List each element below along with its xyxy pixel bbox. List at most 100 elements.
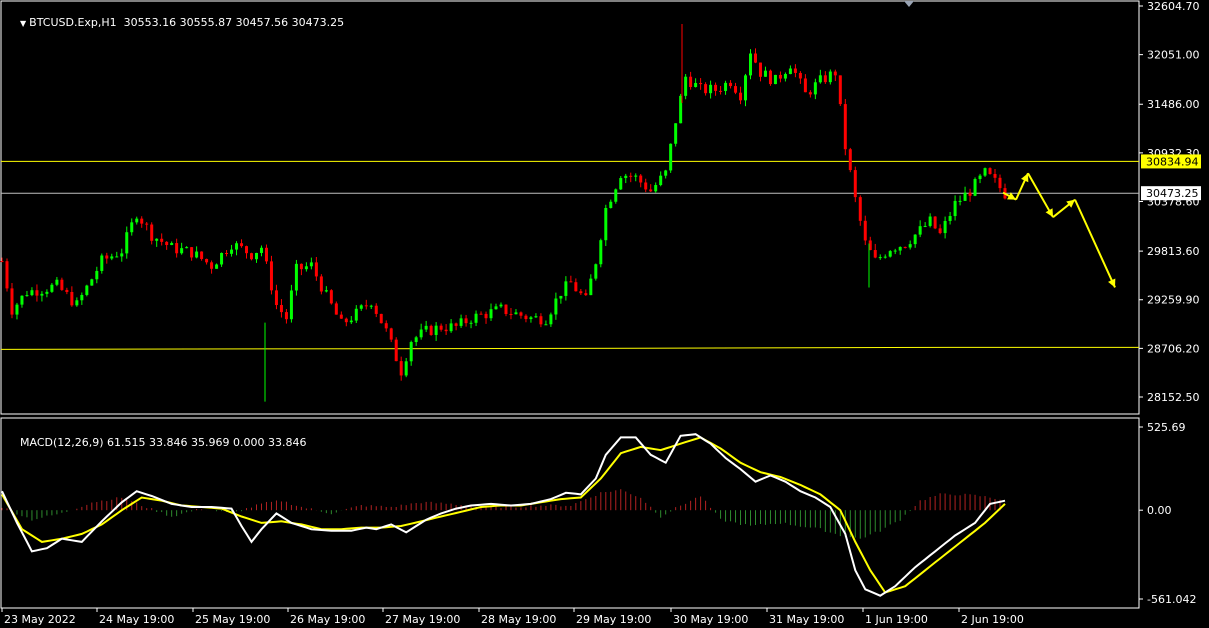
candle-body [988,168,992,174]
macd-header: MACD(12,26,9) 61.515 33.846 35.969 0.000… [6,423,306,462]
candle-body [704,84,708,94]
candle-body [220,252,224,265]
candle-body [539,316,543,325]
time-tick-label: 26 May 19:00 [290,613,365,626]
candle-body [773,74,777,85]
candle-body [125,232,129,254]
candle-body [399,361,403,376]
candle-body [180,248,184,254]
candle-body [639,175,643,183]
price-tags: 30834.94 30473.25 [1141,154,1201,201]
candle-body [449,323,453,332]
candle-body [739,92,743,101]
candle-body [684,76,688,96]
candle-body [778,74,782,79]
candle-body [514,312,518,315]
time-tick-label: 27 May 19:00 [385,613,460,626]
candle-body [279,305,283,313]
price-chart[interactable]: 32604.7032051.0031486.0030932.3030378.60… [0,0,1209,628]
time-tick-label: 28 May 19:00 [481,613,556,626]
candle-body [314,262,318,277]
candle-body [848,149,852,171]
chart-window: 32604.70 32051.00 31486.00 30932.30 30378.60… [0,0,1209,628]
candle-body [694,82,698,88]
candle-body [734,86,738,93]
candle-body [524,315,528,320]
candle-body [484,313,488,319]
candle-body [85,285,89,295]
forecast-arrows [1002,172,1116,288]
candle-body [948,216,952,221]
candle-body [264,247,268,262]
candle-body [699,82,703,85]
candle-body [5,261,9,289]
candle-body [379,313,383,324]
candle-body [998,177,1002,189]
candle-body [963,192,967,201]
candle-body [65,289,69,292]
candle-body [549,314,553,325]
candle-body [10,288,14,315]
candle-body [569,281,573,283]
candle-body [953,200,957,217]
candle-body [75,300,79,306]
candle-body [958,200,962,202]
candle-body [808,92,812,95]
candle-body [334,303,338,315]
candle-body [135,218,139,223]
candle-body [225,252,229,254]
candle-body [464,318,468,324]
candle-body [170,243,174,246]
candle-body [105,255,109,259]
candle-body [604,208,608,241]
candle-body [499,304,503,307]
candle-body [624,175,628,179]
time-tick-label: 1 Jun 19:00 [865,613,928,626]
candle-body [729,82,733,87]
candle-body [150,224,154,241]
time-tick-label: 25 May 19:00 [195,613,270,626]
candle-body [614,189,618,202]
candle-body [509,314,513,316]
price-tick-label: 32051.00 [1147,49,1200,62]
candle-body [254,252,258,260]
candle-body [394,339,398,362]
candle-body [40,293,44,296]
candle-body [898,246,902,251]
time-tick-label: 31 May 19:00 [769,613,844,626]
candle-body [993,173,997,178]
candle-body [190,247,194,258]
candle-body [933,216,937,229]
candle-body [240,243,244,247]
candle-body [419,329,423,338]
time-tick-label: 29 May 19:00 [576,613,651,626]
candle-body [863,220,867,241]
candle-body [384,323,388,329]
price-tick-label: 31486.00 [1147,98,1200,111]
price-tick-label: 32604.70 [1147,0,1200,13]
candle-body [294,263,298,291]
forecast-segment [1074,199,1116,288]
candle-body [324,290,328,292]
candle-body [70,291,74,306]
chart-menu-icon[interactable]: ▼ [20,19,26,28]
candle-body [833,71,837,76]
candle-body [649,189,653,192]
candle-body [389,328,393,340]
time-axis: 23 May 2022 24 May 19:00 25 May 19:00 26 Ma… [1,608,1024,626]
level-lines [0,160,1139,350]
candle-body [559,295,563,299]
candle-body [494,306,498,310]
candle-body [140,218,144,224]
candle-body [858,197,862,221]
candle-body [0,261,4,263]
candle-body [788,68,792,75]
candle-body [25,295,29,297]
candle-body [674,123,678,144]
candle-body [309,262,313,267]
macd-line: MACD(12,26,9) 61.515 33.846 35.969 0.000… [20,436,307,449]
candle-body [599,240,603,265]
chart-frame [0,0,1140,609]
candle-body [459,318,463,326]
macd-tick-label: -561.042 [1147,593,1196,606]
